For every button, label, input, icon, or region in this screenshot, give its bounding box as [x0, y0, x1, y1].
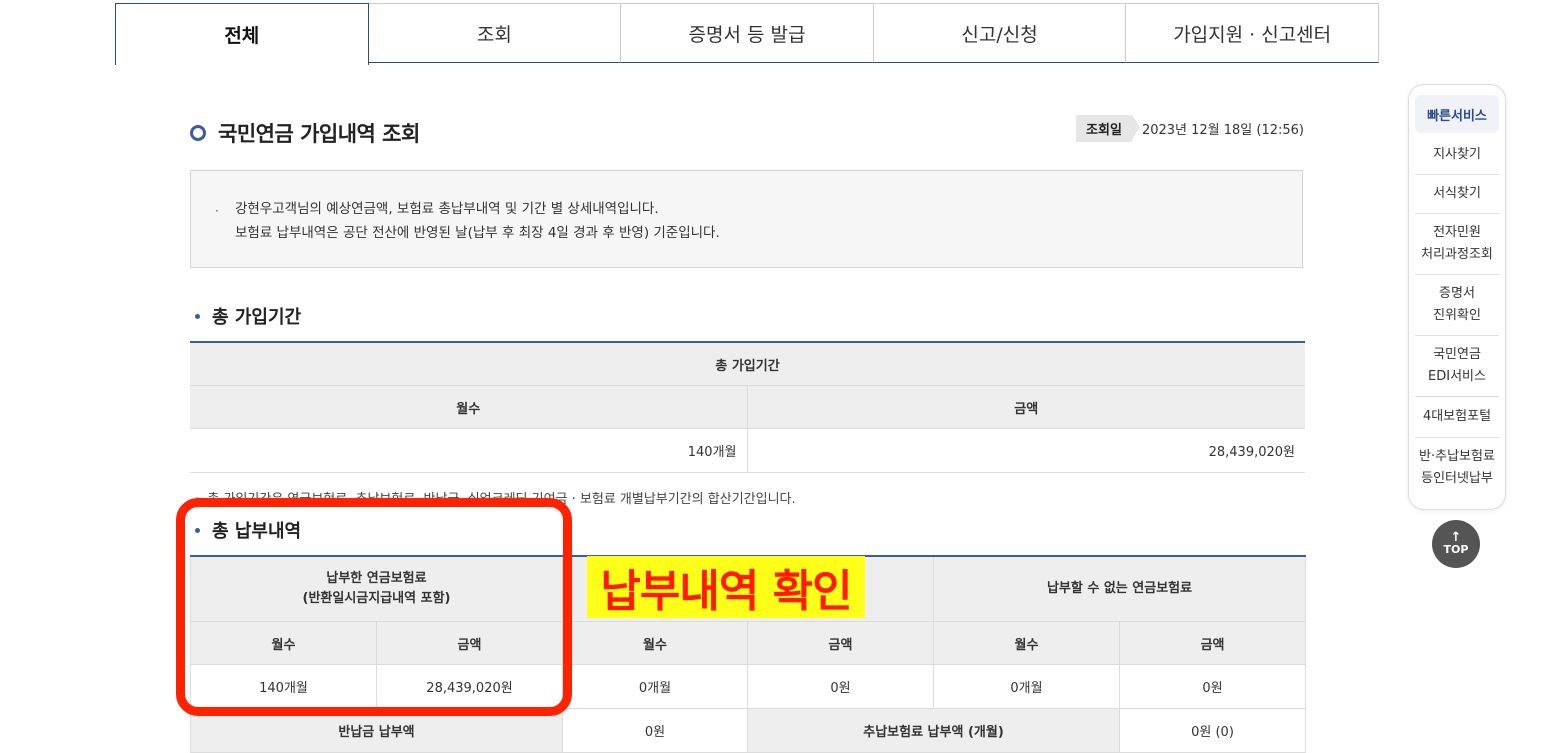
- quick-item-online-pay[interactable]: 반·추납보험료 등인터넷납부: [1415, 438, 1499, 498]
- col-months: 월수: [933, 621, 1121, 665]
- table-header: 총 가입기간: [190, 341, 1306, 386]
- late-payment-value: 0원 (0): [1119, 708, 1307, 753]
- quick-item-branch[interactable]: 지사찾기: [1415, 135, 1499, 175]
- quick-menu: 빠른서비스 지사찾기 서식찾기 전자민원 처리과정조회 증명서 진위확인 국민연금 E…: [1408, 84, 1506, 510]
- col-months: 월수: [562, 621, 749, 665]
- cell: 0개월: [562, 664, 749, 709]
- top-button[interactable]: ↑ TOP: [1432, 520, 1480, 568]
- tab-certificate[interactable]: 증명서 등 발급: [621, 3, 874, 63]
- date-value: 2023년 12월 18일 (12:56): [1141, 123, 1304, 138]
- page-title-area: 국민연금 가입내역 조회: [190, 118, 420, 148]
- months-value: 140개월: [190, 428, 747, 473]
- late-payment-label: 추납보험료 납부액 (개월): [747, 708, 1121, 753]
- annotation-label: 납부내역 확인: [587, 556, 865, 618]
- main-tabs: 전체 조회 증명서 등 발급 신고/신청 가입지원 · 신고센터: [115, 3, 1379, 65]
- col-amount: 금액: [746, 385, 1306, 429]
- tab-inquiry[interactable]: 조회: [368, 3, 622, 63]
- total-period-table: 총 가입기간 월수 금액 140개월 28,439,020원: [190, 341, 1306, 473]
- annotation-highlight-box: [176, 498, 572, 716]
- cell: 0개월: [933, 664, 1121, 709]
- quick-item-edi[interactable]: 국민연금 EDI서비스: [1415, 336, 1499, 397]
- info-bullet: ·: [215, 204, 219, 218]
- inquiry-date: 조회일 2023년 12월 18일 (12:56): [1076, 115, 1304, 142]
- title-bullet-icon: [190, 125, 206, 141]
- return-value: 0원: [562, 708, 749, 753]
- cell: 0원: [1119, 664, 1307, 709]
- tab-support-center[interactable]: 가입지원 · 신고센터: [1126, 3, 1379, 63]
- tab-report-apply[interactable]: 신고/신청: [873, 3, 1127, 63]
- top-label: TOP: [1443, 543, 1469, 556]
- section-title: 총 가입기간: [212, 307, 302, 328]
- quick-item-verify[interactable]: 증명서 진위확인: [1415, 275, 1499, 336]
- tab-all[interactable]: 전체: [115, 3, 369, 65]
- group-unpayable-pension: 납부할 수 없는 연금보험료: [933, 555, 1307, 622]
- col-months: 월수: [190, 385, 747, 429]
- quick-item-civil[interactable]: 전자민원 처리과정조회: [1415, 214, 1499, 275]
- quick-menu-title: 빠른서비스: [1415, 95, 1499, 133]
- amount-value: 28,439,020원: [746, 428, 1306, 473]
- date-badge: 조회일: [1076, 115, 1140, 142]
- col-amount: 금액: [747, 621, 935, 665]
- page-title: 국민연금 가입내역 조회: [218, 122, 420, 146]
- quick-item-forms[interactable]: 서식찾기: [1415, 175, 1499, 214]
- section-bullet-icon: [195, 313, 200, 319]
- info-line-2: 보험료 납부내역은 공단 전산에 반영된 날(납부 후 최장 4일 경과 후 반…: [235, 225, 720, 241]
- quick-item-4insurance[interactable]: 4대보험포털: [1415, 397, 1499, 438]
- col-amount: 금액: [1119, 621, 1307, 665]
- section-total-period-heading: 총 가입기간: [195, 303, 301, 329]
- info-box: · 강현우고객님의 예상연금액, 보험료 총납부내역 및 기간 별 상세내역입니…: [190, 170, 1303, 268]
- table-row: 140개월 28,439,020원: [190, 428, 1306, 473]
- cell: 0원: [747, 664, 935, 709]
- info-line-1: 강현우고객님의 예상연금액, 보험료 총납부내역 및 기간 별 상세내역입니다.: [235, 201, 659, 217]
